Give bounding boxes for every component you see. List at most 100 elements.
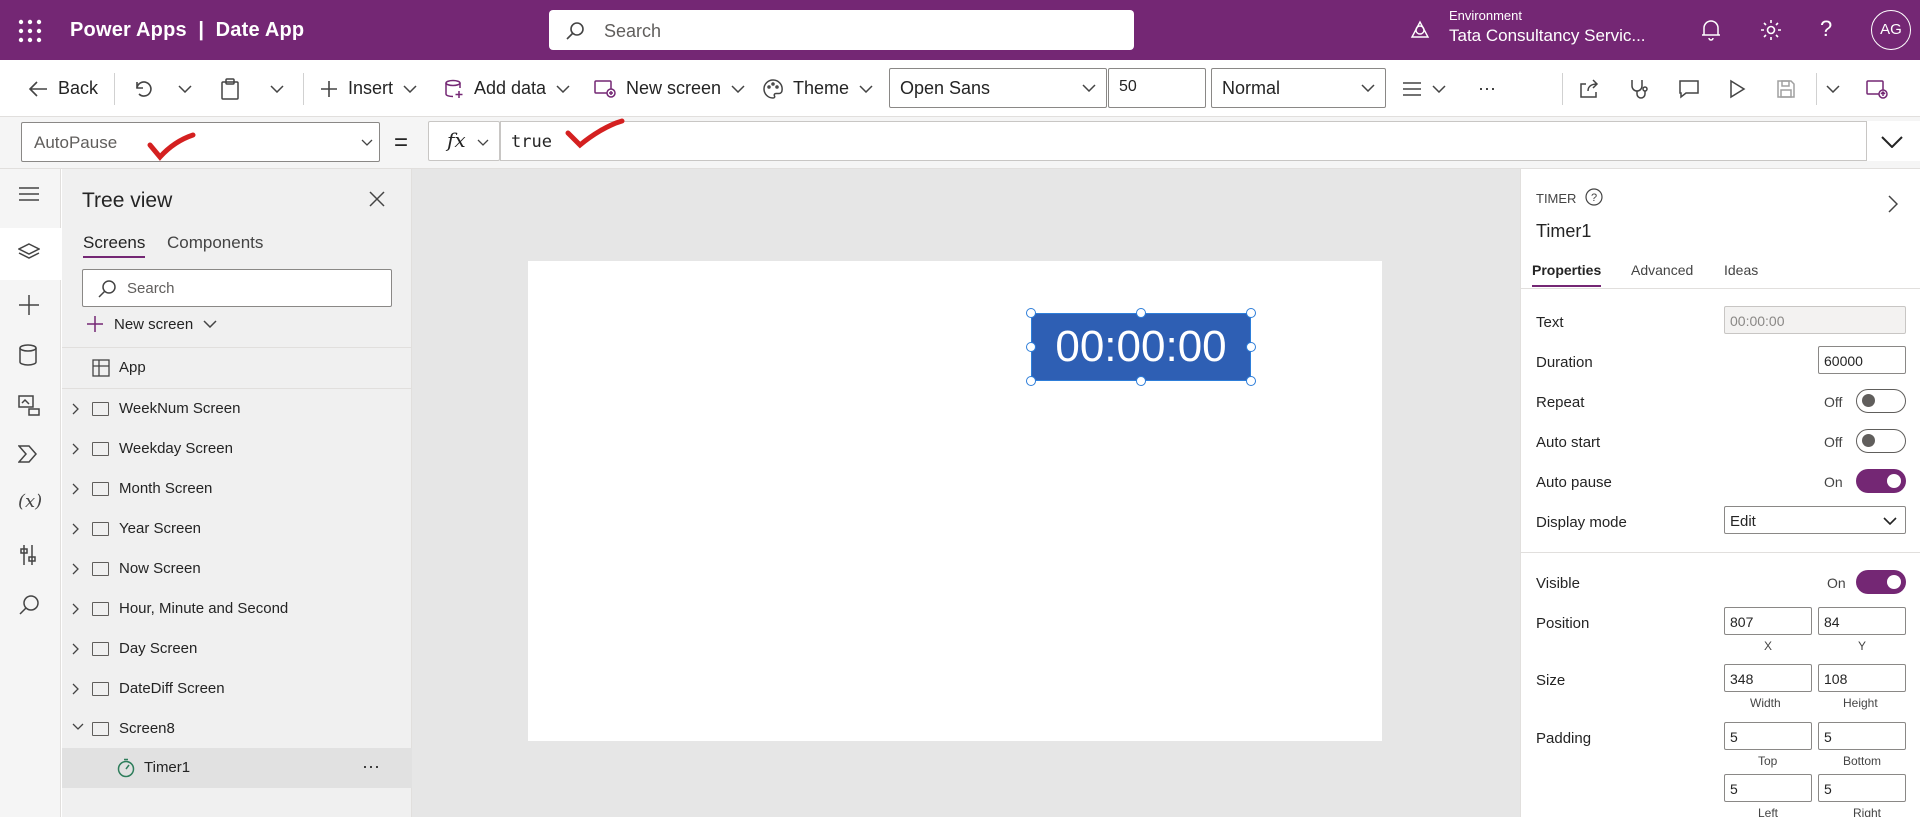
- add-data-button[interactable]: Add data: [444, 60, 570, 117]
- resize-handle[interactable]: [1026, 376, 1036, 386]
- variables-icon[interactable]: (x): [18, 491, 44, 517]
- environment-icon[interactable]: [1409, 19, 1431, 41]
- save-button[interactable]: [1776, 60, 1796, 117]
- settings-gear-icon[interactable]: [1759, 18, 1783, 42]
- app-launcher-icon[interactable]: [18, 19, 42, 43]
- app-screen-canvas[interactable]: [528, 261, 1382, 741]
- chevron-right-icon[interactable]: [72, 643, 80, 655]
- expand-formula-button[interactable]: [1867, 121, 1920, 161]
- autopause-toggle[interactable]: [1856, 469, 1906, 493]
- publish-button[interactable]: [1866, 60, 1888, 117]
- resize-handle[interactable]: [1136, 308, 1146, 318]
- resize-handle[interactable]: [1026, 342, 1036, 352]
- chevron-right-icon[interactable]: [72, 603, 80, 615]
- help-icon[interactable]: ?: [1820, 16, 1832, 42]
- tree-item-screen[interactable]: WeekNum Screen: [62, 389, 412, 429]
- undo-dropdown[interactable]: [178, 60, 192, 117]
- tree-item-screen[interactable]: Year Screen: [62, 509, 412, 549]
- padding-bottom-input[interactable]: 5: [1818, 722, 1906, 750]
- padding-left-input[interactable]: 5: [1724, 774, 1812, 802]
- notifications-bell-icon[interactable]: [1700, 18, 1722, 42]
- comments-button[interactable]: [1678, 60, 1700, 117]
- tree-item-screen[interactable]: Weekday Screen: [62, 429, 412, 469]
- resize-handle[interactable]: [1026, 308, 1036, 318]
- resize-handle[interactable]: [1246, 342, 1256, 352]
- duration-input[interactable]: 60000: [1818, 346, 1906, 374]
- size-height-input[interactable]: 108: [1818, 664, 1906, 692]
- paste-button[interactable]: [220, 60, 240, 117]
- chevron-right-icon[interactable]: [72, 563, 80, 575]
- tree-item-screen[interactable]: Month Screen: [62, 469, 412, 509]
- font-family-select[interactable]: Open Sans: [889, 68, 1107, 108]
- tree-item-screen[interactable]: Day Screen: [62, 629, 412, 669]
- tree-item-app[interactable]: App: [62, 348, 412, 388]
- tree-search-input[interactable]: Search: [82, 269, 392, 307]
- media-icon[interactable]: [18, 394, 44, 420]
- preview-play-button[interactable]: [1728, 60, 1746, 117]
- resize-handle[interactable]: [1246, 308, 1256, 318]
- command-bar: Back Insert Add data New screen Theme Op…: [0, 60, 1920, 117]
- tab-properties[interactable]: Properties: [1532, 262, 1602, 287]
- environment-name[interactable]: Tata Consultancy Servic...: [1449, 26, 1646, 46]
- tree-item-screen[interactable]: Hour, Minute and Second: [62, 589, 412, 629]
- chevron-right-icon[interactable]: [72, 403, 80, 415]
- more-options-icon[interactable]: ···: [362, 756, 380, 777]
- displaymode-select[interactable]: Edit: [1724, 506, 1906, 534]
- new-screen-tree-button[interactable]: New screen: [86, 315, 217, 333]
- tree-item-screen[interactable]: DateDiff Screen: [62, 669, 412, 709]
- text-property-input[interactable]: 00:00:00: [1724, 306, 1906, 334]
- insert-button[interactable]: Insert: [320, 60, 417, 117]
- paste-dropdown[interactable]: [270, 60, 284, 117]
- more-commands-button[interactable]: ···: [1478, 60, 1496, 117]
- chevron-right-icon[interactable]: [72, 483, 80, 495]
- formula-input[interactable]: true: [500, 121, 1867, 161]
- tree-item-screen[interactable]: Now Screen: [62, 549, 412, 589]
- help-circle-icon[interactable]: ?: [1585, 188, 1603, 206]
- resize-handle[interactable]: [1246, 376, 1256, 386]
- repeat-toggle[interactable]: [1856, 389, 1906, 413]
- tab-ideas[interactable]: Ideas: [1724, 262, 1758, 278]
- data-cylinder-icon[interactable]: [18, 344, 44, 370]
- global-search-input[interactable]: Search: [549, 10, 1134, 50]
- visible-toggle[interactable]: [1856, 570, 1906, 594]
- insert-plus-icon[interactable]: [18, 294, 44, 320]
- tree-item-timer1[interactable]: Timer1 ···: [62, 748, 412, 788]
- advanced-tools-icon[interactable]: [18, 544, 44, 570]
- font-size-input[interactable]: 50: [1108, 68, 1206, 108]
- autostart-toggle[interactable]: [1856, 429, 1906, 453]
- chevron-right-icon[interactable]: [72, 443, 80, 455]
- font-weight-select[interactable]: Normal: [1211, 68, 1386, 108]
- tab-screens[interactable]: Screens: [83, 233, 146, 258]
- save-dropdown[interactable]: [1826, 60, 1840, 117]
- tab-advanced[interactable]: Advanced: [1631, 262, 1693, 278]
- resize-handle[interactable]: [1136, 376, 1146, 386]
- back-button[interactable]: Back: [28, 60, 98, 117]
- property-selector[interactable]: AutoPause: [21, 122, 380, 162]
- tree-item-screen[interactable]: Screen8: [62, 709, 412, 749]
- position-x-input[interactable]: 807: [1724, 607, 1812, 635]
- user-avatar[interactable]: AG: [1871, 10, 1911, 50]
- undo-button[interactable]: [132, 60, 152, 117]
- close-icon[interactable]: [369, 191, 385, 207]
- tab-components[interactable]: Components: [167, 233, 263, 253]
- share-button[interactable]: [1578, 60, 1600, 117]
- padding-right-input[interactable]: 5: [1818, 774, 1906, 802]
- position-y-input[interactable]: 84: [1818, 607, 1906, 635]
- autostart-state: Off: [1824, 434, 1843, 450]
- environment-label: Environment: [1449, 8, 1522, 23]
- chevron-right-icon[interactable]: [1888, 195, 1898, 213]
- power-automate-icon[interactable]: [18, 444, 44, 470]
- chevron-down-icon[interactable]: [72, 723, 84, 731]
- tree-view-rail-item[interactable]: [0, 228, 61, 280]
- app-checker-button[interactable]: [1628, 60, 1650, 117]
- padding-top-input[interactable]: 5: [1724, 722, 1812, 750]
- search-icon[interactable]: [18, 594, 44, 620]
- chevron-right-icon[interactable]: [72, 523, 80, 535]
- theme-button[interactable]: Theme: [763, 60, 873, 117]
- text-align-button[interactable]: [1402, 60, 1446, 117]
- function-button[interactable]: fx: [428, 121, 500, 161]
- size-width-input[interactable]: 348: [1724, 664, 1812, 692]
- new-screen-button[interactable]: New screen: [594, 60, 745, 117]
- chevron-right-icon[interactable]: [72, 683, 80, 695]
- hamburger-menu-icon[interactable]: [18, 184, 44, 210]
